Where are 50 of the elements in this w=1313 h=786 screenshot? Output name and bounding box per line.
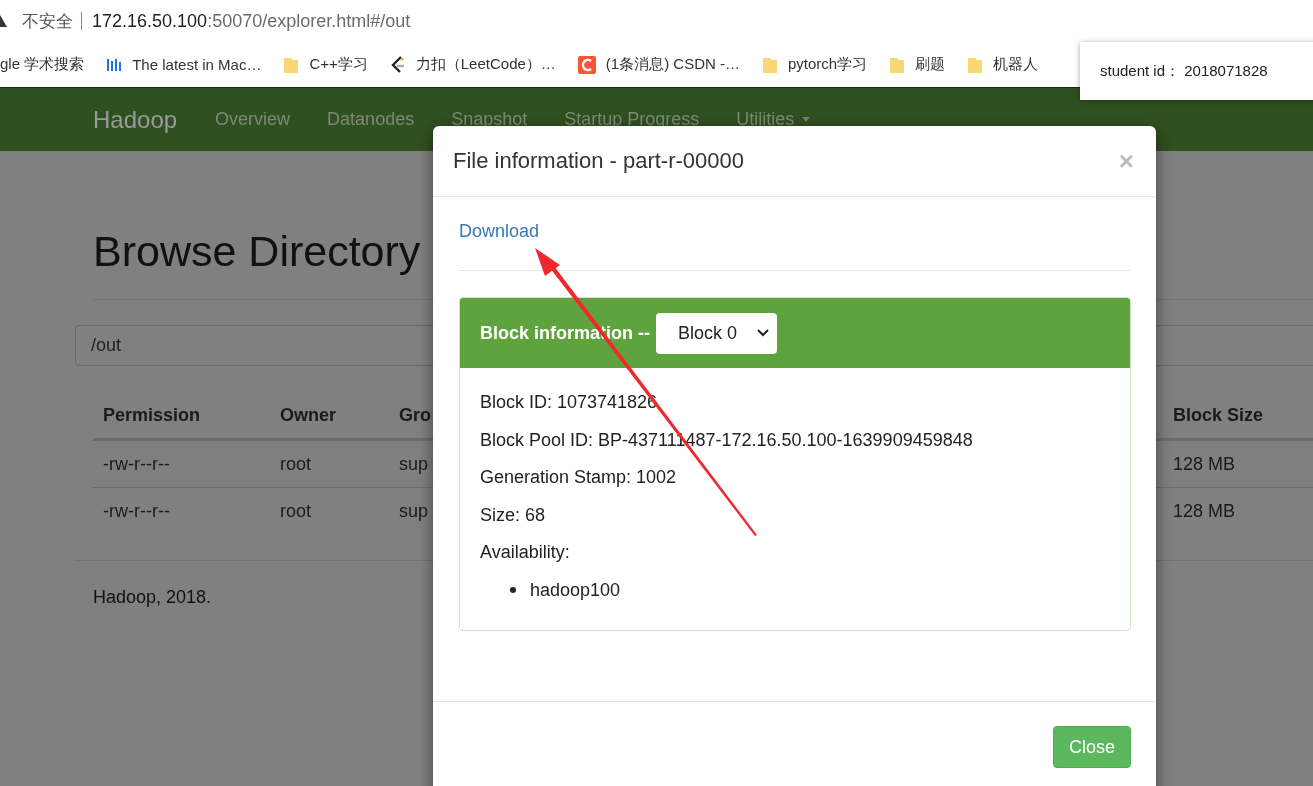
column-header[interactable]: Owner (280, 405, 336, 426)
close-button[interactable]: Close (1053, 726, 1131, 768)
bookmark-link[interactable]: C++学习 (309, 55, 368, 74)
chevron-icon (757, 329, 769, 337)
nav-link[interactable]: Overview (215, 109, 291, 130)
block-detail: Size: 68 (480, 503, 547, 527)
column-header[interactable]: Gro (399, 405, 431, 426)
footer-text: Hadoop, 2018. (93, 587, 212, 608)
table-cell: 128 MB (1173, 453, 1236, 475)
folder-icon (283, 55, 300, 74)
bars-icon (106, 56, 123, 73)
folder-icon (889, 55, 906, 74)
security-label: 不安全 (22, 10, 73, 33)
logo-icon (389, 55, 406, 74)
block-detail: Generation Stamp: 1002 (480, 466, 678, 490)
download-link[interactable]: Download (459, 221, 540, 242)
block-detail: Block ID: 1073741826 (480, 391, 659, 415)
nav-link[interactable]: Startup Progress (564, 109, 700, 130)
table-cell: 128 MB (1173, 500, 1236, 522)
address-text[interactable]: 172.16.50.100:50070/explorer.html#/out (92, 10, 411, 32)
bookmark-link[interactable]: 机器人 (993, 55, 1039, 74)
table-cell: sup (399, 453, 429, 475)
bookmark-link[interactable]: 刷题 (915, 55, 946, 74)
warning-icon (0, 14, 8, 28)
nav-link[interactable]: Datanodes (327, 109, 415, 130)
availability-label: Availability: (480, 541, 571, 565)
nav-link[interactable]: Snapshot (451, 109, 528, 130)
table-cell: root (280, 453, 312, 475)
bookmark-link[interactable]: 力扣（LeetCode）… (415, 55, 556, 74)
nav-link[interactable]: Utilities (736, 109, 811, 130)
table-cell: sup (399, 500, 429, 522)
table-cell: -rw-r--r-- (103, 453, 170, 475)
table-cell: -rw-r--r-- (103, 500, 170, 522)
folder-icon (967, 55, 984, 74)
brand-link[interactable]: Hadoop (93, 105, 178, 134)
logo-icon (577, 55, 596, 74)
bookmark-link[interactable]: gle 学术搜索 (0, 55, 85, 74)
host-name: hadoop100 (530, 579, 621, 601)
table-cell: root (280, 500, 312, 522)
column-header[interactable]: Permission (103, 405, 201, 426)
block-select[interactable]: Block 0 (656, 312, 777, 354)
page-title: Browse Directory (93, 226, 421, 277)
bookmark-link[interactable]: (1条消息) CSDN -… (605, 55, 740, 74)
column-header[interactable]: Block Size (1173, 405, 1264, 426)
modal-title: File information - part-r-00000 (453, 148, 744, 174)
bookmark-link[interactable]: The latest in Mac… (132, 56, 262, 73)
bullet-icon (510, 587, 516, 593)
folder-icon (762, 55, 778, 74)
bookmark-link[interactable]: pytorch学习 (788, 55, 868, 74)
student-id-tooltip: student id： 2018071828 (1080, 42, 1313, 100)
